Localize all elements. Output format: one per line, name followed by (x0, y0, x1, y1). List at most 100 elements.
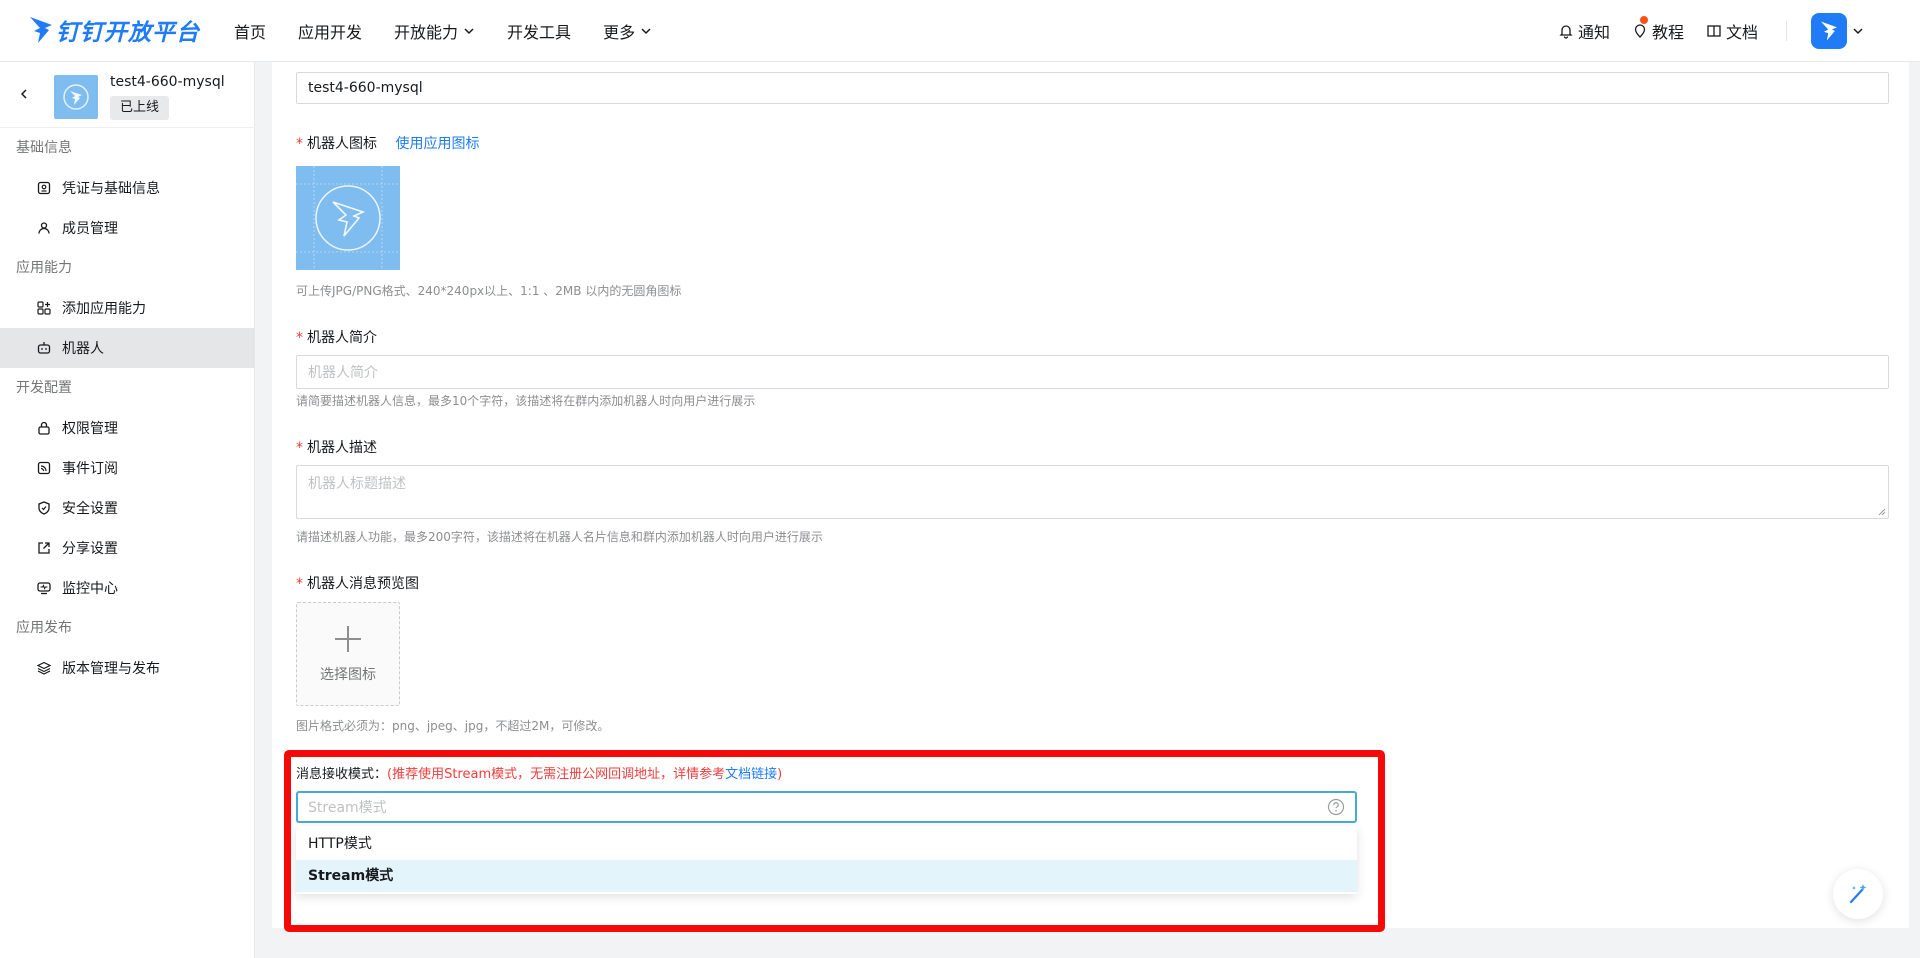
new-badge-dot (1639, 16, 1648, 24)
field-label-text: 机器人消息预览图 (307, 576, 419, 592)
credential-icon (37, 181, 51, 195)
robot-desc-textarea[interactable]: 机器人标题描述 (296, 465, 1889, 519)
sidebar-item-add-capability[interactable]: 添加应用能力 (0, 288, 255, 328)
dropdown-option-stream[interactable]: Stream模式 (296, 860, 1357, 892)
help-circle-icon[interactable] (1327, 798, 1345, 816)
sidebar-item-security[interactable]: 安全设置 (0, 488, 255, 528)
input-placeholder: 机器人标题描述 (308, 476, 406, 492)
robot-preview-label: * 机器人消息预览图 (296, 573, 419, 593)
message-mode-dropdown: HTTP模式 Stream模式 (296, 826, 1357, 894)
dropdown-option-http[interactable]: HTTP模式 (296, 828, 1357, 860)
magic-wand-icon (1849, 884, 1867, 904)
app-name: test4-660-mysql (110, 74, 225, 90)
upload-label: 选择图标 (320, 667, 376, 683)
dingtalk-avatar-icon (1820, 21, 1838, 41)
notification-label: 通知 (1577, 23, 1610, 42)
bell-icon (1559, 25, 1573, 39)
sidebar-item-events[interactable]: 事件订阅 (0, 448, 255, 488)
chevron-down-icon (464, 28, 474, 35)
rss-icon (37, 461, 51, 475)
app-header: test4-660-mysql 已上线 (0, 62, 255, 128)
status-badge: 已上线 (110, 96, 170, 120)
shield-icon (38, 501, 50, 515)
sidebar-item-credentials[interactable]: 凭证与基础信息 (0, 168, 255, 208)
tutorial-label: 教程 (1651, 23, 1684, 42)
sidebar-item-label: 机器人 (62, 341, 104, 357)
book-icon (1707, 25, 1721, 37)
share-icon (38, 542, 50, 554)
dingtalk-logo-icon (30, 17, 52, 43)
sidebar-item-label: 权限管理 (62, 421, 118, 437)
sidebar-item-label: 分享设置 (62, 541, 118, 557)
nav-item-app-dev[interactable]: 应用开发 (298, 19, 362, 43)
sidebar-item-label: 安全设置 (62, 501, 118, 517)
required-mark: * (296, 136, 303, 152)
tutorial-button[interactable]: 教程 (1632, 16, 1684, 43)
menu-group-title: 应用发布 (16, 620, 72, 636)
select-placeholder: Stream模式 (308, 800, 387, 816)
app-logo-icon (63, 84, 89, 110)
top-navigation-bar: 钉钉开放平台 首页 应用开发 开放能力 开发工具 更多 通知 教程 文档 (0, 0, 1920, 62)
nav-item-label: 开放能力 (394, 23, 459, 42)
sidebar-item-permission[interactable]: 权限管理 (0, 408, 255, 448)
robot-intro-hint: 请简要描述机器人信息，最多10个字符，该描述将在群内添加机器人时向用户进行展示 (296, 394, 756, 408)
nav-item-dev-tools[interactable]: 开发工具 (507, 19, 571, 43)
sidebar-item-label: 事件订阅 (62, 461, 118, 477)
location-pin-icon (1634, 24, 1646, 38)
sidebar-item-members[interactable]: 成员管理 (0, 208, 255, 248)
layers-icon (36, 661, 52, 675)
app-icon (54, 75, 98, 119)
robot-config-form: test4-660-mysql * 机器人图标 使用应用图标 可上传JPG/PNG… (272, 62, 1909, 928)
sidebar-item-label: 成员管理 (62, 221, 118, 237)
robot-intro-input[interactable]: 机器人简介 (296, 355, 1889, 389)
use-app-icon-link[interactable]: 使用应用图标 (395, 136, 479, 152)
back-button[interactable] (14, 84, 34, 104)
robot-desc-hint: 请描述机器人功能，最多200字符，该描述将在机器人名片信息和群内添加机器人时向用… (296, 530, 823, 544)
sidebar-menu: 基础信息 凭证与基础信息 成员管理 应用能力 添加应用能力 机器人 开发配置 权… (0, 128, 255, 688)
menu-group-title: 基础信息 (16, 140, 72, 156)
sidebar-item-version[interactable]: 版本管理与发布 (0, 648, 255, 688)
preview-upload-button[interactable]: 选择图标 (296, 602, 400, 706)
plus-icon (335, 626, 361, 652)
menu-group-title: 开发配置 (16, 380, 72, 396)
avatar (1811, 13, 1847, 49)
field-label-text: 机器人图标 (307, 136, 377, 152)
docs-label: 文档 (1725, 23, 1758, 42)
field-label-text: 机器人简介 (307, 330, 377, 346)
sidebar-item-monitor[interactable]: 监控中心 (0, 568, 255, 608)
robot-name-input[interactable]: test4-660-mysql (296, 72, 1889, 104)
lock-icon (38, 421, 50, 435)
field-label-text: 机器人描述 (307, 440, 377, 456)
sidebar-item-label: 添加应用能力 (62, 301, 146, 317)
top-right-actions: 通知 教程 文档 (1536, 0, 1864, 62)
user-menu[interactable] (1811, 13, 1864, 49)
notification-button[interactable]: 通知 (1558, 19, 1610, 43)
robot-preview-hint: 图片格式必须为：png、jpeg、jpg，不超过2M，可修改。 (296, 719, 610, 733)
doc-link[interactable]: 文档链接 (725, 767, 777, 782)
docs-button[interactable]: 文档 (1706, 19, 1758, 43)
sidebar-item-robot[interactable]: 机器人 (0, 328, 255, 368)
robot-desc-label: * 机器人描述 (296, 437, 377, 457)
input-value: test4-660-mysql (308, 80, 423, 96)
nav-item-label: 首页 (234, 23, 267, 42)
divider (1786, 21, 1787, 41)
chevron-down-icon (641, 28, 651, 35)
brand-logo[interactable]: 钉钉开放平台 (28, 10, 200, 50)
sidebar-item-label: 凭证与基础信息 (62, 181, 160, 197)
brand-name: 钉钉开放平台 (56, 20, 200, 46)
dingtalk-robot-icon (296, 166, 400, 270)
robot-icon-image[interactable] (296, 166, 400, 270)
nav-item-home[interactable]: 首页 (234, 19, 266, 43)
sidebar-item-share[interactable]: 分享设置 (0, 528, 255, 568)
robot-icon-hint: 可上传JPG/PNG格式、240*240px以上、1:1 、2MB 以内的无圆角… (296, 284, 682, 298)
sidebar-item-label: 版本管理与发布 (62, 661, 160, 677)
ai-assistant-button[interactable] (1833, 869, 1883, 919)
mode-tip-suffix: ) (777, 767, 783, 782)
robot-icon (37, 342, 51, 354)
mode-tip-text: (推荐使用Stream模式，无需注册公网回调地址，详情参考 (387, 767, 726, 782)
resize-handle-icon (1878, 508, 1886, 516)
nav-item-open-capability[interactable]: 开放能力 (394, 19, 475, 43)
nav-item-more[interactable]: 更多 (603, 19, 652, 43)
main-nav: 首页 应用开发 开放能力 开发工具 更多 (234, 0, 684, 62)
message-mode-select[interactable]: Stream模式 (296, 791, 1357, 823)
